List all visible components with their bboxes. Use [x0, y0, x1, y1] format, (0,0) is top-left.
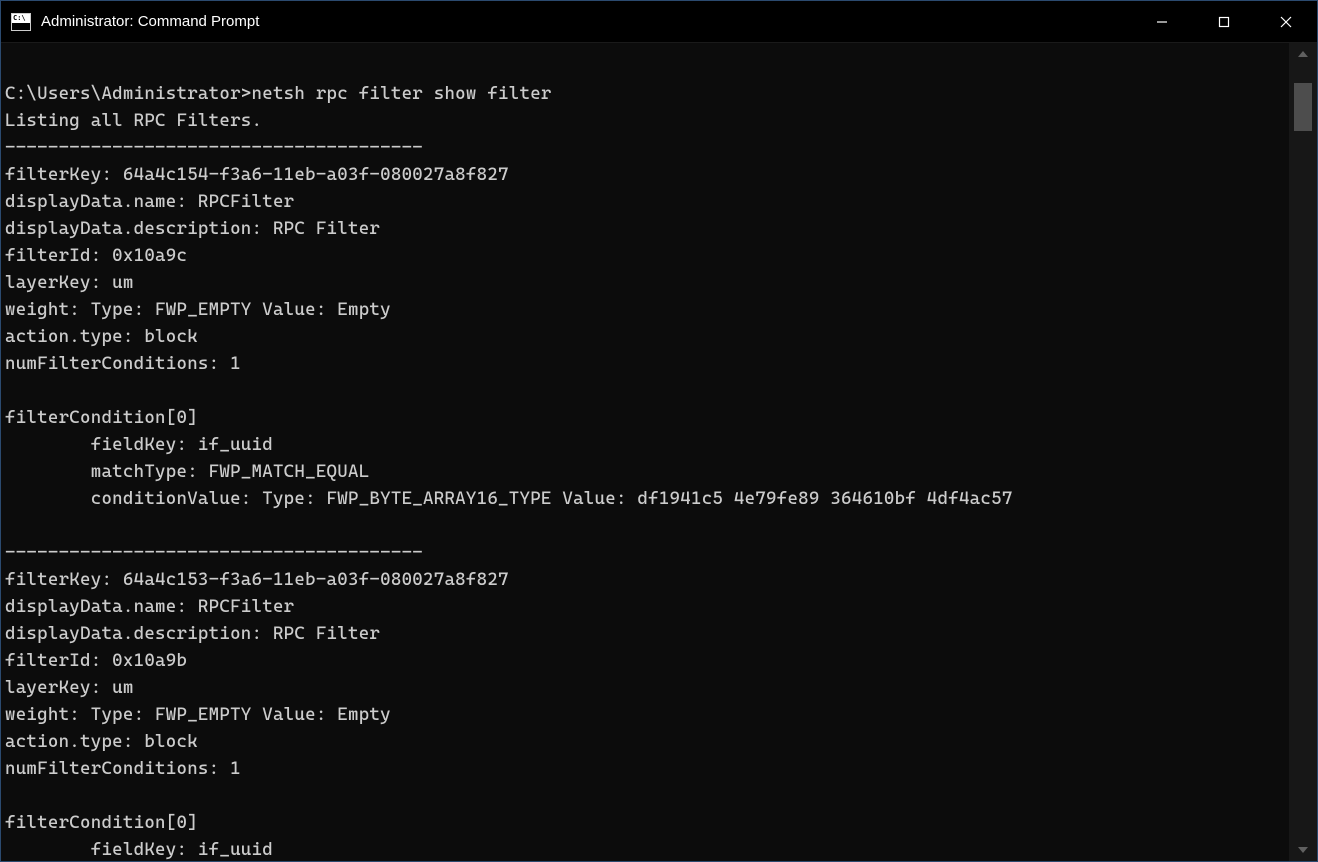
window-controls — [1131, 1, 1317, 42]
cmd-icon: C:\ — [11, 13, 31, 31]
vertical-scrollbar[interactable] — [1289, 43, 1317, 861]
window-title: Administrator: Command Prompt — [41, 13, 259, 30]
close-button[interactable] — [1255, 1, 1317, 42]
scroll-thumb[interactable] — [1294, 83, 1312, 131]
scroll-up-button[interactable] — [1289, 43, 1317, 65]
titlebar[interactable]: C:\ Administrator: Command Prompt — [1, 1, 1317, 43]
content-area: C:\Users\Administrator>netsh rpc filter … — [1, 43, 1317, 861]
maximize-button[interactable] — [1193, 1, 1255, 42]
command-prompt-window: C:\ Administrator: Command Prompt C:\Use… — [0, 0, 1318, 862]
terminal-output[interactable]: C:\Users\Administrator>netsh rpc filter … — [1, 43, 1289, 861]
minimize-button[interactable] — [1131, 1, 1193, 42]
titlebar-left: C:\ Administrator: Command Prompt — [1, 13, 259, 31]
terminal-text[interactable]: C:\Users\Administrator>netsh rpc filter … — [5, 53, 1285, 861]
scroll-down-button[interactable] — [1289, 839, 1317, 861]
